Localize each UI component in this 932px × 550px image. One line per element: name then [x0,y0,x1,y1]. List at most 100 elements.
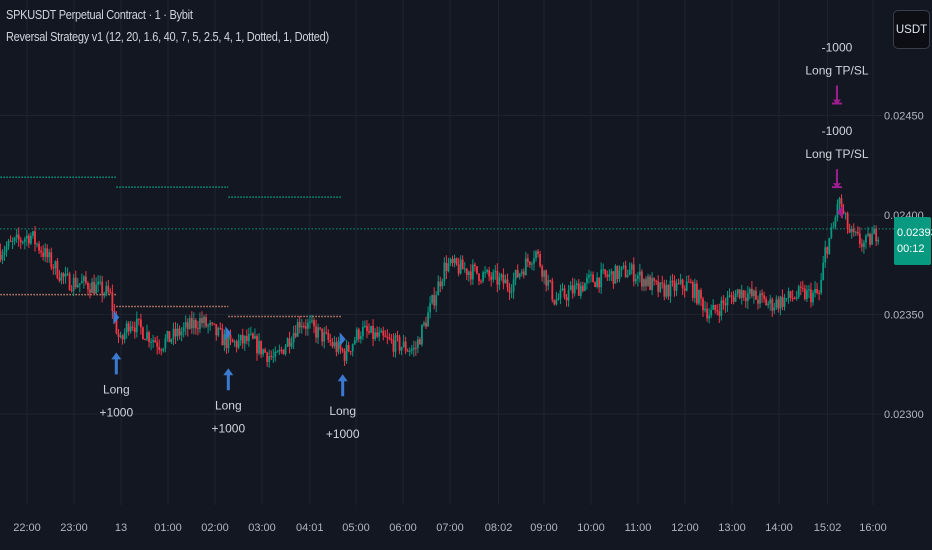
candle-body [229,335,232,340]
candle-body [850,228,853,233]
candle-body [400,347,403,351]
candle-body [233,341,236,343]
candle-body [321,328,324,342]
candle-body [162,348,165,351]
candle-body [539,253,541,267]
candle-body [761,293,763,296]
candle-body [408,350,411,352]
candle-body [712,305,715,310]
candle-body [484,271,486,273]
candle-body [203,316,205,323]
candle-body [647,276,649,286]
candle-body [23,239,26,242]
candle-body [663,283,666,297]
candle-body [50,252,53,268]
signal-qty: +1000 [99,405,133,419]
candle-body [514,269,517,280]
candles [0,194,880,368]
candle-body [317,327,319,338]
candle-body [645,279,647,286]
candle-body [561,288,564,290]
candle-body [182,327,185,332]
candle-body [429,303,432,313]
candle-body [160,349,163,351]
candle-body [524,258,527,276]
candle-body [166,331,169,339]
candle-body [131,326,134,328]
candle-body [349,351,352,353]
candle-body [624,265,627,278]
candle-body [630,264,633,270]
candle-body [40,250,42,253]
candle-body [199,318,201,329]
currency-button[interactable]: USDT [893,10,930,49]
candle-body [388,337,391,339]
candle-body [871,234,873,245]
candle-body [394,335,397,352]
candle-body [541,266,544,277]
candle-body [704,308,706,311]
candle-body [818,292,821,294]
candle-body [653,277,656,281]
candle-body [836,204,839,218]
candle-body [89,289,91,293]
x-tick-label: 11:00 [625,522,652,534]
candle-body [427,312,429,327]
candle-body [781,296,784,307]
candle-body [158,346,161,350]
candle-body [164,338,167,349]
candle-body [492,272,495,280]
candle-body [604,269,607,275]
signal-label: Long [329,404,356,418]
candle-body [211,322,214,324]
symbol-title: SPKUSDT Perpetual Contract · 1 · Bybit [6,8,193,22]
candle-body [783,298,786,307]
candle-body [135,318,138,333]
candle-body [268,355,271,362]
candle-body [822,262,825,281]
candle-body [221,328,224,346]
candle-body [80,280,83,284]
candle-body [683,288,686,291]
candle-body [146,332,148,340]
candle-body [351,344,354,352]
candle-body [732,296,735,302]
candle-body [180,331,183,336]
candle-body [76,284,79,288]
candle-body [740,290,743,298]
candle-body [500,274,503,278]
candle-body [364,325,366,328]
candle-body [421,324,423,345]
candle-body [480,281,482,283]
candle-body [366,325,368,331]
candle-body [797,286,800,297]
candle-body [557,298,560,300]
candle-body [197,328,199,330]
candle-body [765,298,768,306]
candle-body [154,340,157,343]
candle-body [72,277,75,291]
candle-body [304,326,307,329]
candle-body [838,198,841,205]
candle-body [526,258,529,262]
x-tick-label: 05:00 [342,522,370,534]
candle-body [755,290,757,300]
signal-label: Long [103,382,130,396]
candle-body [439,281,442,287]
candle-body [830,227,833,238]
candle-body [679,279,682,284]
candle-body [137,318,140,320]
candle-body [808,289,810,291]
price-chart[interactable]: 0.024500.024000.023500.0230022:00 23:00 13… [0,0,932,550]
candle-body [602,269,605,271]
candle-body [331,341,334,347]
x-tick-label: 16:00 [859,522,887,534]
candle-body [357,329,360,339]
candle-body [612,271,615,284]
candle-body [286,338,289,347]
candle-body [852,228,855,232]
candle-body [791,297,794,299]
indicator-legend[interactable]: Reversal Strategy v1 (12, 20, 1.6, 40, 7… [6,30,329,44]
candle-body [30,235,32,244]
candle-body [270,355,273,357]
